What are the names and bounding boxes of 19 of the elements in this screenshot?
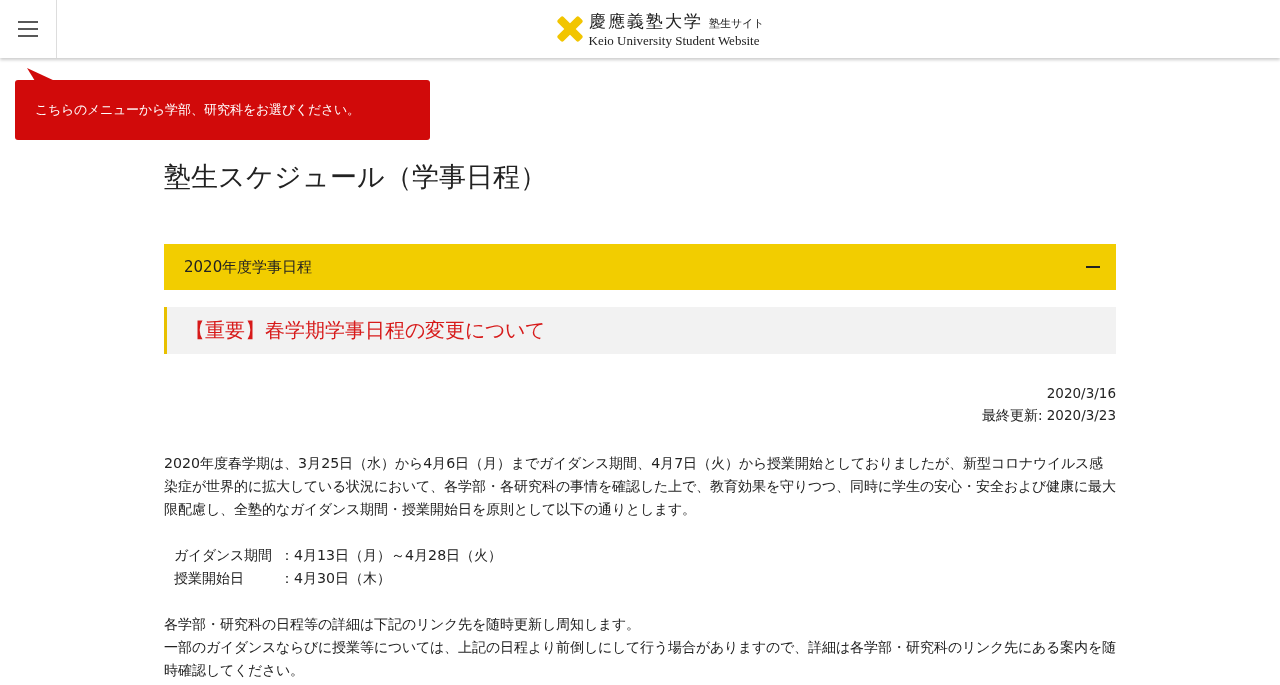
logo-title: 慶應義塾大学: [588, 10, 703, 33]
note-paragraph: 各学部・研究科の日程等の詳細は下記のリンク先を随時更新し周知します。: [164, 615, 641, 634]
schedule-label: ガイダンス期間: [174, 546, 273, 565]
menu-button[interactable]: [0, 0, 57, 58]
accordion-header[interactable]: 2020年度学事日程: [164, 244, 1116, 290]
schedule-value: ：4月30日（木）: [280, 569, 393, 588]
note-paragraph: 一部のガイダンスならびに授業等については、上記の日程より前倒しにして行う場合がありますので、詳細は各学部・研究科のリンク先にある案内を随時確認してください。: [164, 638, 1116, 680]
logo-english-title: Keio University Student Website: [588, 32, 761, 49]
notice-heading: 【重要】春学期学事日程の変更について: [164, 307, 1116, 354]
logo-subtitle: 塾生サイト: [708, 15, 764, 31]
menu-tooltip: こちらのメニューから学部、研究科をお選びください。: [15, 80, 430, 140]
date-text: 2020/3/16: [1046, 384, 1116, 403]
intro-paragraph: 2020年度春学期は、3月25日（水）から4月6日（月）までガイダンス期間、4月7日（火）から授業開始としておりましたが、新型コロナウイルス感染症が世界的に拡大している状況において、各学部・各研究科の事情を確認した上で、教育効果を守りつつ、同時に学生の安心・安全および健康に最大限配慮し、全塾的なガイダンス期間・授業開始日を原則として以下の通りとします。: [164, 454, 1116, 519]
schedule-label: 授業開始日: [174, 569, 245, 588]
page-title: 塾生スケジュール（学事日程）: [164, 160, 548, 194]
date-text: 最終更新: 2020/3/23: [981, 406, 1116, 425]
logo-icon: [556, 16, 583, 42]
schedule-value: ：4月13日（月）～4月28日（火）: [280, 546, 503, 565]
menu-icon: [18, 21, 38, 37]
